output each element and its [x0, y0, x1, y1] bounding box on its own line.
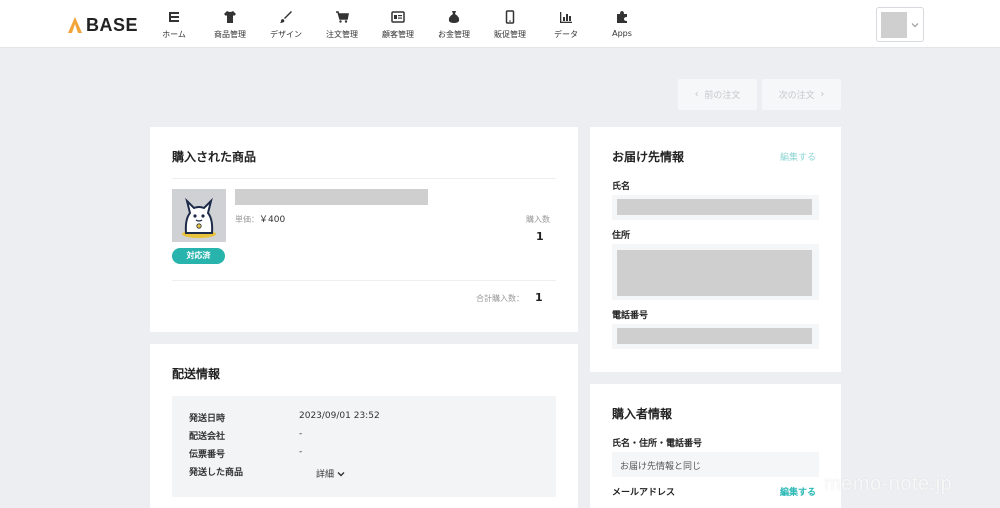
tracking-number-key: 伝票番号 — [189, 450, 226, 460]
buyer-combined-field: お届け先情報と同じ — [612, 452, 819, 477]
ship-date-key: 発送日時 — [189, 414, 226, 424]
buyer-info-title: 購入者情報 — [612, 407, 673, 421]
shipping-info-title: 配送情報 — [172, 367, 221, 381]
top-navigation-bar: BASE ホーム 商品管理 デザイン 注文管理 顧客管理 お金管理 販促管理 デ… — [0, 0, 1000, 48]
avatar — [881, 12, 907, 38]
quantity-value: 1 — [536, 230, 544, 243]
nav-label: 注文管理 — [326, 30, 358, 39]
puzzle-icon — [617, 11, 627, 23]
nav-label: 顧客管理 — [382, 30, 414, 39]
unit-price-value: ￥400 — [259, 215, 286, 225]
delivery-address-label: 住所 — [612, 231, 631, 241]
ship-date-value: 2023/09/01 23:52 — [299, 411, 380, 421]
delivery-phone-field — [612, 324, 819, 349]
nav-item-products[interactable]: 商品管理 — [202, 0, 258, 48]
nav-label: 商品管理 — [214, 30, 246, 39]
nav-item-money[interactable]: お金管理 — [426, 0, 482, 48]
watermark: memo-note.jp — [824, 473, 953, 495]
redacted-value — [617, 328, 812, 344]
nav-item-orders[interactable]: 注文管理 — [314, 0, 370, 48]
cart-icon — [336, 11, 349, 23]
previous-order-button[interactable]: ‹ 前の注文 — [678, 79, 757, 110]
purchased-items-card: 購入された商品 対応済 単価：￥400 購入数 1 合計購入数： 1 — [150, 127, 578, 332]
delivery-name-label: 氏名 — [612, 182, 631, 192]
delivery-name-field — [612, 195, 819, 220]
id-card-icon — [391, 11, 405, 23]
nav-label: デザイン — [270, 30, 302, 39]
nav-label: データ — [554, 30, 578, 39]
product-thumbnail[interactable] — [172, 189, 226, 242]
nav-item-apps[interactable]: Apps — [594, 0, 650, 48]
base-logo[interactable]: BASE — [68, 14, 138, 36]
nav-item-home[interactable]: ホーム — [146, 0, 202, 48]
brush-icon — [280, 11, 292, 23]
delivery-address-field — [612, 244, 819, 300]
delivery-info-title: お届け先情報 — [612, 150, 685, 164]
chevron-right-icon: › — [820, 89, 825, 100]
main-nav: ホーム 商品管理 デザイン 注文管理 顧客管理 お金管理 販促管理 データ Ap… — [146, 0, 650, 48]
next-order-label: 次の注文 — [778, 91, 815, 101]
nav-label: お金管理 — [438, 30, 470, 39]
base-logo-mark-icon — [68, 17, 82, 33]
nav-label: 販促管理 — [494, 30, 526, 39]
purchased-items-title: 購入された商品 — [172, 150, 257, 164]
delivery-info-card: お届け先情報 編集する 氏名 住所 電話番号 — [590, 127, 841, 372]
product-name-redacted[interactable] — [235, 189, 428, 205]
nav-item-design[interactable]: デザイン — [258, 0, 314, 48]
buyer-combined-label: 氏名・住所・電話番号 — [612, 439, 703, 449]
nav-item-promotion[interactable]: 販促管理 — [482, 0, 538, 48]
chevron-left-icon: ‹ — [694, 89, 699, 100]
chevron-down-icon — [337, 471, 345, 476]
shipping-details-box: 発送日時 2023/09/01 23:52 配送会社 - 伝票番号 - 発送した… — [172, 396, 556, 497]
nav-item-customers[interactable]: 顧客管理 — [370, 0, 426, 48]
status-badge: 対応済 — [172, 248, 225, 264]
shipped-items-key: 発送した商品 — [189, 468, 244, 478]
carrier-key: 配送会社 — [189, 432, 226, 442]
delivery-edit-link[interactable]: 編集する — [780, 150, 816, 163]
smartphone-icon — [505, 10, 515, 24]
home-list-icon — [169, 12, 179, 22]
buyer-email-label: メールアドレス — [612, 488, 676, 498]
buyer-edit-link[interactable]: 編集する — [780, 485, 816, 498]
total-quantity-value: 1 — [535, 291, 543, 304]
carrier-value: - — [299, 429, 303, 439]
total-quantity-label: 合計購入数： — [476, 294, 524, 303]
shipping-info-card: 配送情報 発送日時 2023/09/01 23:52 配送会社 - 伝票番号 -… — [150, 344, 578, 508]
quantity-label: 購入数 — [526, 215, 550, 224]
divider — [172, 178, 556, 179]
delivery-phone-label: 電話番号 — [612, 311, 649, 321]
redacted-value — [617, 250, 812, 296]
tshirt-icon — [224, 11, 236, 23]
nav-label: ホーム — [162, 30, 186, 39]
next-order-button[interactable]: 次の注文 › — [762, 79, 841, 110]
money-bag-icon — [448, 11, 460, 23]
previous-order-label: 前の注文 — [704, 91, 741, 101]
brand-name: BASE — [86, 14, 139, 35]
unit-price: 単価：￥400 — [235, 212, 285, 225]
buyer-info-card: 購入者情報 氏名・住所・電話番号 お届け先情報と同じ メールアドレス 編集する — [590, 384, 841, 508]
unit-price-label: 単価： — [235, 215, 259, 224]
divider — [172, 280, 556, 281]
buyer-combined-value: お届け先情報と同じ — [620, 462, 702, 472]
chevron-down-icon — [911, 23, 919, 28]
nav-label: Apps — [612, 29, 632, 38]
shipped-items-details-toggle[interactable]: 詳細 — [316, 467, 346, 480]
tracking-number-value: - — [299, 447, 303, 457]
details-label: 詳細 — [316, 470, 335, 480]
account-menu-button[interactable] — [876, 7, 924, 42]
nav-item-data[interactable]: データ — [538, 0, 594, 48]
redacted-value — [617, 199, 812, 215]
lucky-cat-image — [172, 189, 226, 242]
bar-chart-icon — [560, 12, 572, 23]
